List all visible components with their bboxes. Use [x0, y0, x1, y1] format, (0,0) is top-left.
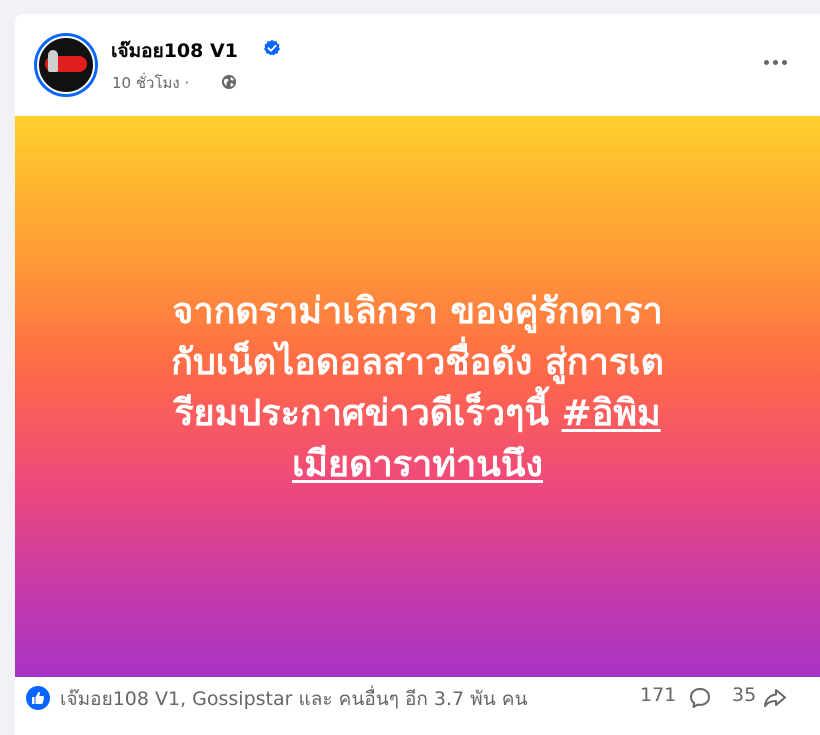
comment-count[interactable]: 171 — [640, 684, 676, 706]
post-text-line: รียมประกาศข่าวดีเร็วๆนี้ #อิพิม — [55, 388, 780, 439]
globe-icon — [222, 75, 236, 89]
post-text-line: เมียดาราท่านนึง — [55, 439, 780, 490]
hashtag-link[interactable]: #อิพิม — [562, 393, 661, 434]
more-dot — [763, 59, 769, 65]
post-text: จากดราม่าเลิกรา ของคู่รักดารา กับเน็ตไอด… — [55, 286, 780, 490]
post-header: เจ๊มอย108 V1 10 ชั่วโมง · — [15, 14, 820, 115]
avatar-figure — [48, 50, 58, 72]
text-background-post: จากดราม่าเลิกรา ของคู่รักดารา กับเน็ตไอด… — [15, 116, 820, 677]
comment-bubble-icon[interactable] — [688, 686, 712, 710]
hashtag-link-continued[interactable]: เมียดาราท่านนึง — [292, 444, 543, 485]
share-count[interactable]: 35 — [732, 684, 756, 706]
verified-badge-icon — [263, 39, 281, 56]
post-text-segment: รียมประกาศข่าวดีเร็วๆนี้ — [174, 393, 562, 434]
post-text-line: กับเน็ตไอดอลสาวชื่อดัง สู่การเต — [171, 342, 664, 383]
more-dot — [772, 59, 778, 65]
avatar-image — [37, 36, 95, 94]
more-dot — [781, 59, 787, 65]
post-card: เจ๊มอย108 V1 10 ชั่วโมง · จากดราม่าเลิกร… — [15, 14, 820, 735]
like-thumb-icon[interactable] — [26, 686, 50, 710]
page-name-link[interactable]: เจ๊มอย108 V1 — [111, 36, 238, 66]
post-timestamp[interactable]: 10 ชั่วโมง · — [112, 71, 189, 95]
more-options-button[interactable] — [753, 46, 797, 78]
post-text-line: จากดราม่าเลิกรา ของคู่รักดารา — [172, 291, 663, 332]
reactions-summary[interactable]: เจ๊มอย108 V1, Gossipstar และ คนอื่นๆ อีก… — [60, 684, 527, 714]
page-avatar[interactable] — [34, 33, 98, 97]
share-arrow-icon[interactable] — [762, 686, 788, 710]
